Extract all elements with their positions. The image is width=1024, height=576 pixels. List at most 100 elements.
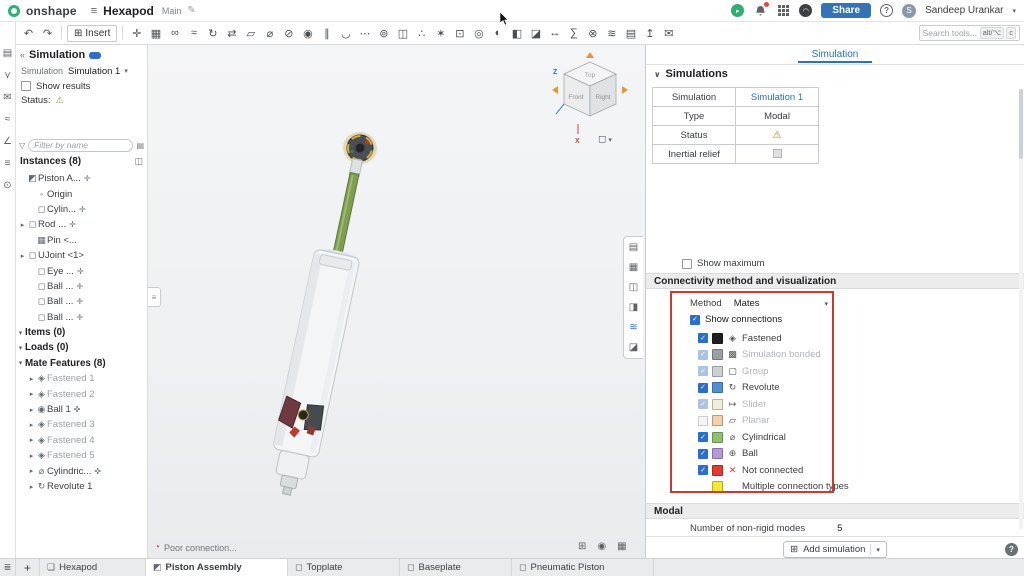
tangent-mate-icon[interactable]: ◡ bbox=[337, 24, 354, 42]
expand-caret-icon[interactable]: ▸ bbox=[27, 390, 36, 398]
configurations-panel-icon[interactable]: ◫ bbox=[626, 280, 642, 295]
table-row-value[interactable] bbox=[736, 145, 819, 164]
simulation-tool-icon[interactable]: ≋ bbox=[603, 24, 620, 42]
expand-caret-icon[interactable]: ▸ bbox=[27, 467, 36, 475]
tree-item[interactable]: ▸◈Fastened 1 bbox=[16, 371, 147, 386]
connection-checkbox[interactable] bbox=[698, 350, 708, 360]
connection-checkbox[interactable] bbox=[698, 416, 708, 426]
connection-row[interactable]: ✕Not connected bbox=[698, 462, 849, 479]
document-menu-icon[interactable]: ≡ bbox=[91, 5, 97, 17]
doc-tab-topplate[interactable]: ◻Topplate bbox=[288, 559, 400, 576]
circular-pattern-icon[interactable]: ⊚ bbox=[375, 24, 392, 42]
instances-section-header[interactable]: Instances (8) ◫ bbox=[16, 153, 147, 169]
connection-row[interactable]: ▩Simulation bonded bbox=[698, 347, 849, 364]
comment-tool-icon[interactable]: ✉ bbox=[660, 24, 677, 42]
expand-caret-icon[interactable]: ▸ bbox=[18, 252, 27, 260]
expand-caret-icon[interactable]: ▸ bbox=[27, 421, 36, 429]
inertial-relief-checkbox[interactable] bbox=[773, 149, 782, 158]
planar-mate-icon[interactable]: ▱ bbox=[242, 24, 259, 42]
connection-row[interactable]: ↻Revolute bbox=[698, 380, 849, 397]
share-button[interactable]: Share bbox=[821, 3, 871, 18]
panel-help-icon[interactable]: ? bbox=[1005, 543, 1018, 556]
properties-icon[interactable]: ≡ bbox=[5, 158, 11, 169]
versions-icon[interactable]: ⋎ bbox=[4, 70, 11, 81]
interference-icon[interactable]: ⊗ bbox=[584, 24, 601, 42]
tree-item[interactable]: ▸◻UJoint <1> bbox=[16, 248, 147, 263]
non-rigid-modes-value[interactable]: 5 bbox=[837, 523, 842, 534]
tree-item[interactable]: ◻Cylin...✛ bbox=[16, 202, 147, 217]
rotate-right-arrow-icon[interactable] bbox=[622, 86, 628, 94]
learning-center-icon[interactable]: ▸ bbox=[731, 4, 744, 17]
visibility-icon[interactable]: ◫ bbox=[134, 156, 143, 167]
apps-grid-icon[interactable] bbox=[776, 4, 790, 18]
rotate-left-arrow-icon[interactable] bbox=[552, 86, 558, 94]
tool-search-input[interactable] bbox=[923, 28, 978, 38]
explode-icon[interactable]: ✶ bbox=[432, 24, 449, 42]
appearance-icon[interactable]: ◧ bbox=[508, 24, 525, 42]
revolute-mate-icon[interactable]: ↻ bbox=[204, 24, 221, 42]
notifications-bell-icon[interactable] bbox=[753, 4, 767, 18]
connection-row[interactable]: ◈Fastened bbox=[698, 330, 849, 347]
show-results-checkbox[interactable] bbox=[21, 81, 31, 91]
scrollbar-thumb[interactable] bbox=[1019, 89, 1023, 159]
section-caret-icon[interactable]: ▾ bbox=[16, 329, 25, 337]
export-icon[interactable]: ↥ bbox=[641, 24, 658, 42]
tabs-menu-icon[interactable]: ≣ bbox=[0, 559, 16, 576]
ball-mate-icon[interactable]: ◉ bbox=[299, 24, 316, 42]
bom-panel-icon[interactable]: ▦ bbox=[626, 260, 642, 275]
measure-icon[interactable]: ↔ bbox=[546, 24, 563, 42]
simulations-section-header[interactable]: ∨ Simulations bbox=[654, 68, 728, 80]
redo-icon[interactable]: ↷ bbox=[39, 24, 56, 42]
community-globe-icon[interactable]: ◠ bbox=[799, 4, 812, 17]
doc-tab-baseplate[interactable]: ◻Baseplate bbox=[400, 559, 512, 576]
tree-item[interactable]: ◻Ball ...✛ bbox=[16, 310, 147, 325]
doc-tab-piston-assembly[interactable]: ◩Piston Assembly bbox=[146, 559, 288, 576]
undo-icon[interactable]: ↶ bbox=[20, 24, 37, 42]
tree-item[interactable]: ▸◈Fastened 2 bbox=[16, 386, 147, 401]
rotate-up-arrow-icon[interactable] bbox=[586, 52, 594, 58]
expand-caret-icon[interactable]: ▸ bbox=[27, 452, 36, 460]
user-menu-caret-icon[interactable]: ▾ bbox=[1012, 7, 1016, 15]
tree-item[interactable]: ▸◈Fastened 3 bbox=[16, 417, 147, 432]
user-avatar[interactable]: S bbox=[902, 4, 916, 18]
simulation-panel-icon[interactable]: ≋ bbox=[626, 320, 642, 335]
named-positions-icon[interactable]: ◎ bbox=[470, 24, 487, 42]
tree-item[interactable]: ▸⌀Cylindric...✜ bbox=[16, 463, 147, 478]
snap-mode-icon[interactable]: ≈ bbox=[185, 24, 202, 42]
expand-caret-icon[interactable]: ▸ bbox=[18, 221, 27, 229]
replicate-icon[interactable]: ∴ bbox=[413, 24, 430, 42]
versions-panel-icon[interactable]: ◪ bbox=[626, 340, 642, 355]
panel-scrollbar[interactable] bbox=[1019, 89, 1023, 529]
filter-options-icon[interactable]: ▤ bbox=[136, 141, 144, 150]
tree-section[interactable]: ▾Items (0) bbox=[16, 325, 147, 340]
add-simulation-caret-icon[interactable]: ▾ bbox=[876, 546, 880, 554]
help-icon[interactable]: ? bbox=[880, 4, 893, 17]
tree-item[interactable]: ▦Pin <... bbox=[16, 233, 147, 248]
tree-item[interactable]: ◻Ball ...✛ bbox=[16, 294, 147, 309]
tree-item[interactable]: ◦Origin bbox=[16, 186, 147, 201]
connection-row[interactable]: ▱Planar bbox=[698, 413, 849, 430]
comments-icon[interactable]: ✉ bbox=[3, 92, 11, 103]
connection-checkbox[interactable] bbox=[698, 449, 708, 459]
search-rail-icon[interactable]: ⊙ bbox=[3, 180, 11, 191]
display-states-icon[interactable]: ◐ bbox=[489, 24, 506, 42]
tree-item[interactable]: ◻Eye ...✛ bbox=[16, 263, 147, 278]
piston-rod[interactable] bbox=[333, 172, 359, 256]
expand-caret-icon[interactable]: ▸ bbox=[27, 436, 36, 444]
parallel-mate-icon[interactable]: ∥ bbox=[318, 24, 335, 42]
mirror-icon[interactable]: ◫ bbox=[394, 24, 411, 42]
tree-item[interactable]: ▸◻Rod ...✛ bbox=[16, 217, 147, 232]
view-options-button[interactable]: ◻ ▾ bbox=[598, 134, 612, 145]
tree-section[interactable]: ▾Mate Features (8) bbox=[16, 356, 147, 371]
tree-item[interactable]: ▸◈Fastened 4 bbox=[16, 433, 147, 448]
tree-item[interactable]: ▸◉Ball 1✜ bbox=[16, 402, 147, 417]
insert-button[interactable]: ⊞ Insert bbox=[67, 25, 117, 42]
linear-pattern-icon[interactable]: ⋯ bbox=[356, 24, 373, 42]
slider-mate-icon[interactable]: ⇄ bbox=[223, 24, 240, 42]
camera-icon[interactable]: ◉ bbox=[597, 541, 606, 552]
document-panel-icon[interactable]: ▤ bbox=[3, 48, 12, 59]
grid-icon[interactable]: ▦ bbox=[617, 541, 626, 552]
method-dropdown-caret-icon[interactable]: ▾ bbox=[824, 300, 828, 308]
measure-rail-icon[interactable]: ∠ bbox=[3, 136, 12, 147]
document-title[interactable]: Hexapod bbox=[103, 4, 154, 18]
